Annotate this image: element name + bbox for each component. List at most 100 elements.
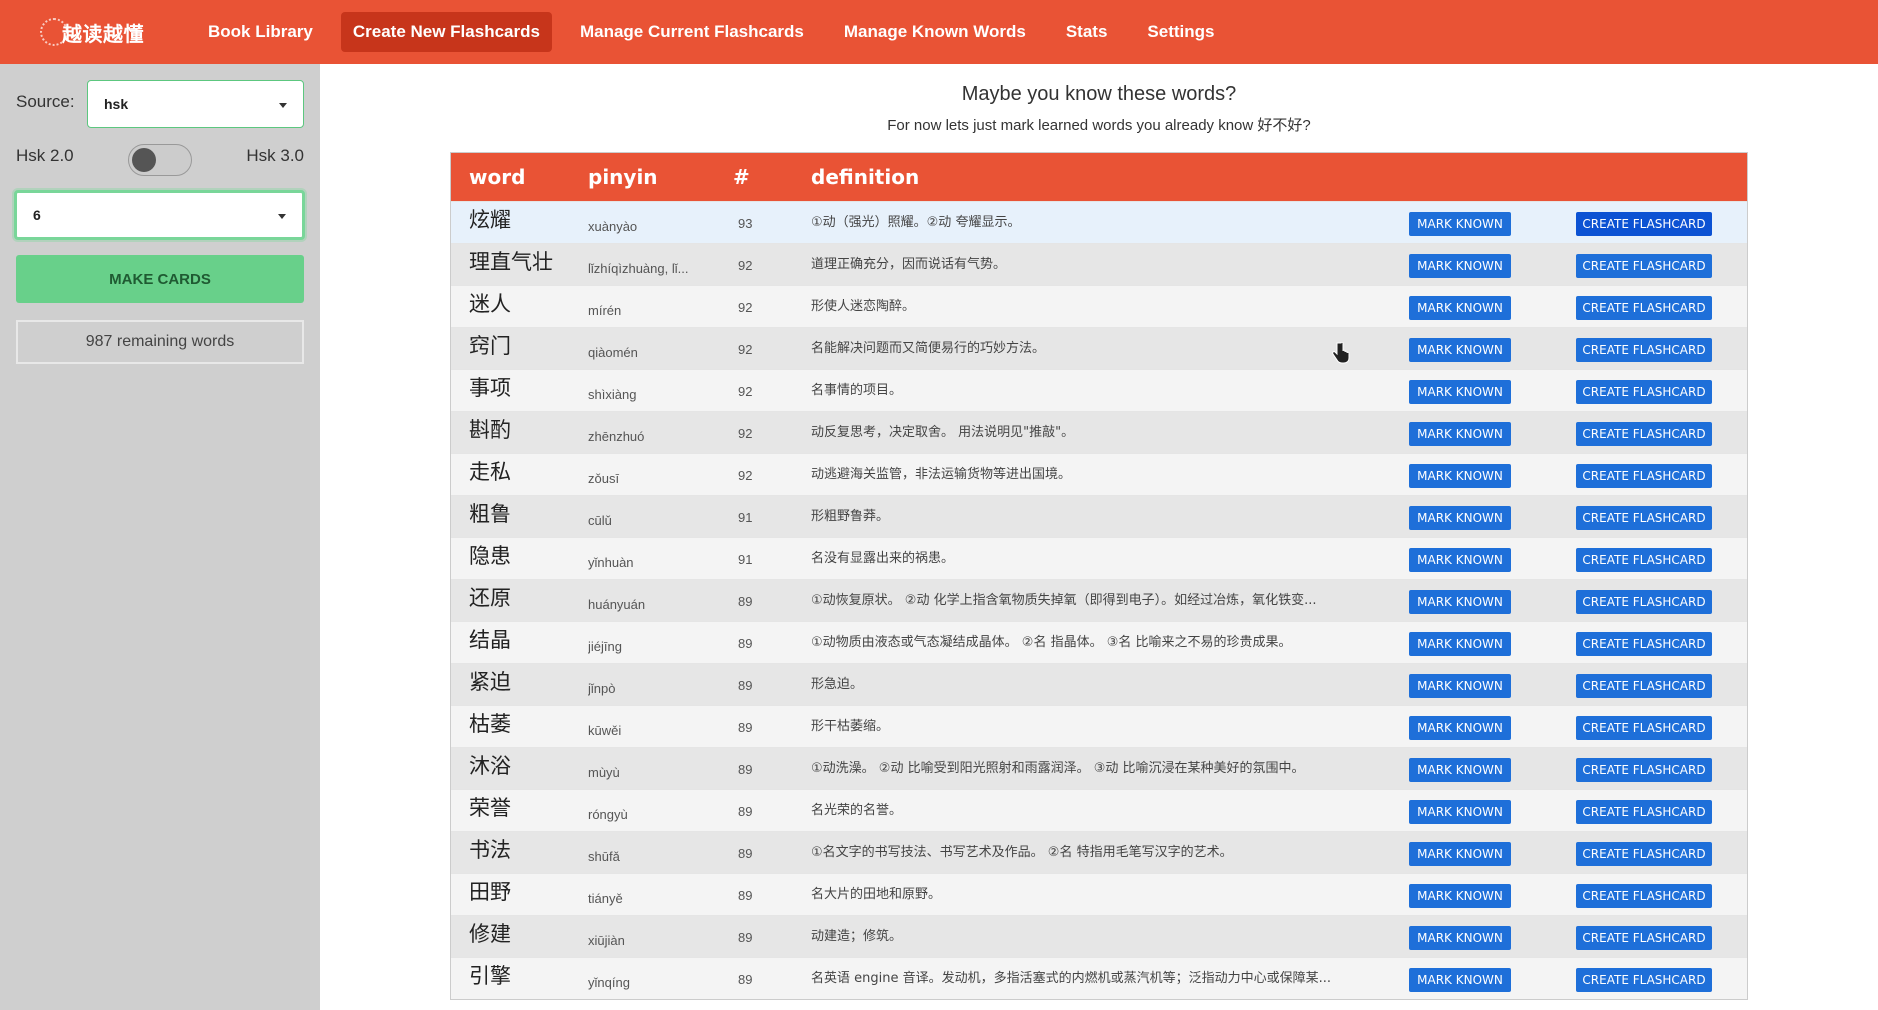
mark-known-button[interactable]: MARK KNOWN: [1409, 548, 1511, 572]
mark-known-button[interactable]: MARK KNOWN: [1409, 842, 1511, 866]
mark-known-button[interactable]: MARK KNOWN: [1409, 674, 1511, 698]
create-flashcard-button[interactable]: CREATE FLASHCARD: [1576, 464, 1712, 488]
definition-cell: 形急迫。: [811, 677, 864, 692]
count-cell: 92: [738, 425, 753, 441]
create-flashcard-button[interactable]: CREATE FLASHCARD: [1576, 884, 1712, 908]
table-row: 粗鲁 cūlǔ 91 形粗野鲁莽。 MARK KNOWN CREATE FLASHCARD: [451, 495, 1747, 537]
create-flashcard-button[interactable]: CREATE FLASHCARD: [1576, 758, 1712, 782]
remaining-words-count: 987 remaining words: [16, 320, 304, 364]
create-flashcard-button[interactable]: CREATE FLASHCARD: [1576, 506, 1712, 530]
nav-manage-known-words[interactable]: Manage Known Words: [832, 12, 1038, 52]
mark-known-button[interactable]: MARK KNOWN: [1409, 338, 1511, 362]
create-flashcard-button[interactable]: CREATE FLASHCARD: [1576, 716, 1712, 740]
hsk-3-label: Hsk 3.0: [246, 146, 304, 165]
create-flashcard-button[interactable]: CREATE FLASHCARD: [1576, 674, 1712, 698]
create-flashcard-button[interactable]: CREATE FLASHCARD: [1576, 800, 1712, 824]
count-cell: 91: [738, 551, 753, 567]
header-definition[interactable]: definition: [811, 165, 919, 189]
word-cell: 田野: [469, 880, 511, 904]
mark-known-button[interactable]: MARK KNOWN: [1409, 968, 1511, 992]
table-row: 书法 shūfǎ 89 ①名文字的书写技法、书写艺术及作品。 ②名 特指用毛笔写汉字的…: [451, 831, 1747, 873]
table-row: 窍门 qiàomén 92 名能解决问题而又简便易行的巧妙方法。 MARK KNOWN C…: [451, 327, 1747, 369]
definition-cell: 动建造；修筑。: [811, 929, 903, 944]
create-flashcard-button[interactable]: CREATE FLASHCARD: [1576, 380, 1712, 404]
hsk-version-toggle[interactable]: [128, 144, 192, 176]
create-flashcard-button[interactable]: CREATE FLASHCARD: [1576, 212, 1712, 236]
nav-create-new-flashcards[interactable]: Create New Flashcards: [340, 12, 552, 52]
word-cell: 隐患: [469, 544, 511, 568]
nav-settings[interactable]: Settings: [1135, 12, 1226, 52]
source-select-value: hsk: [104, 96, 129, 112]
definition-cell: 名能解决问题而又简便易行的巧妙方法。: [811, 341, 1046, 356]
create-flashcard-button[interactable]: CREATE FLASHCARD: [1576, 254, 1712, 278]
table-row: 还原 huányuán 89 ①动恢复原状。 ②动 化学上指含氧物质失掉氧（即得到电子…: [451, 579, 1747, 621]
mark-known-button[interactable]: MARK KNOWN: [1409, 590, 1511, 614]
table-row: 枯萎 kūwěi 89 形干枯萎缩。 MARK KNOWN CREATE FLASHCAR…: [451, 705, 1747, 747]
pinyin-cell: mírén: [588, 302, 622, 318]
create-flashcard-button[interactable]: CREATE FLASHCARD: [1576, 632, 1712, 656]
count-cell: 92: [738, 383, 753, 399]
create-flashcard-button[interactable]: CREATE FLASHCARD: [1576, 842, 1712, 866]
nav-book-library[interactable]: Book Library: [196, 12, 325, 52]
pinyin-cell: zǒusī: [588, 470, 620, 486]
mark-known-button[interactable]: MARK KNOWN: [1409, 254, 1511, 278]
count-cell: 89: [738, 971, 753, 987]
word-cell: 沐浴: [469, 754, 511, 778]
create-flashcard-button[interactable]: CREATE FLASHCARD: [1576, 422, 1712, 446]
mark-known-button[interactable]: MARK KNOWN: [1409, 758, 1511, 782]
mark-known-button[interactable]: MARK KNOWN: [1409, 506, 1511, 530]
nav-manage-current-flashcards[interactable]: Manage Current Flashcards: [568, 12, 816, 52]
create-flashcard-button[interactable]: CREATE FLASHCARD: [1576, 968, 1712, 992]
word-cell: 粗鲁: [469, 502, 511, 526]
word-table: word pinyin # definition 炫耀 xuànyào 93 ①动（强…: [450, 152, 1748, 1000]
table-row: 引擎 yǐnqíng 89 名英语 engine 音译。发动机，多指活塞式的内燃机或蒸…: [451, 957, 1747, 999]
count-cell: 89: [738, 677, 753, 693]
pinyin-cell: jiéjīng: [588, 638, 622, 654]
mark-known-button[interactable]: MARK KNOWN: [1409, 716, 1511, 740]
create-flashcard-button[interactable]: CREATE FLASHCARD: [1576, 590, 1712, 614]
pinyin-cell: yǐnqíng: [588, 974, 630, 990]
pinyin-cell: qiàomén: [588, 344, 638, 360]
mark-known-button[interactable]: MARK KNOWN: [1409, 212, 1511, 236]
mark-known-button[interactable]: MARK KNOWN: [1409, 926, 1511, 950]
mouse-pointer-icon: [1332, 342, 1350, 364]
header-word[interactable]: word: [469, 165, 525, 189]
mark-known-button[interactable]: MARK KNOWN: [1409, 464, 1511, 488]
mark-known-button[interactable]: MARK KNOWN: [1409, 296, 1511, 320]
count-cell: 93: [738, 215, 753, 231]
word-cell: 迷人: [469, 292, 511, 316]
word-cell: 结晶: [469, 628, 511, 652]
main-content: Maybe you know these words? For now lets…: [320, 64, 1878, 1010]
count-cell: 89: [738, 929, 753, 945]
mark-known-button[interactable]: MARK KNOWN: [1409, 380, 1511, 404]
create-flashcard-button[interactable]: CREATE FLASHCARD: [1576, 296, 1712, 320]
mark-known-button[interactable]: MARK KNOWN: [1409, 884, 1511, 908]
mark-known-button[interactable]: MARK KNOWN: [1409, 800, 1511, 824]
definition-cell: 名事情的项目。: [811, 383, 903, 398]
app-logo[interactable]: 越读越懂: [40, 12, 170, 52]
word-cell: 枯萎: [469, 712, 511, 736]
create-flashcard-button[interactable]: CREATE FLASHCARD: [1576, 548, 1712, 572]
mark-known-button[interactable]: MARK KNOWN: [1409, 632, 1511, 656]
make-cards-button[interactable]: MAKE CARDS: [16, 255, 304, 303]
pinyin-cell: tiányě: [588, 890, 623, 906]
header-count[interactable]: #: [733, 165, 750, 189]
create-flashcard-button[interactable]: CREATE FLASHCARD: [1576, 926, 1712, 950]
count-cell: 89: [738, 803, 753, 819]
definition-cell: 形使人迷恋陶醉。: [811, 299, 916, 314]
word-cell: 荣誉: [469, 796, 511, 820]
source-label: Source:: [16, 92, 75, 111]
header-pinyin[interactable]: pinyin: [588, 165, 658, 189]
mark-known-button[interactable]: MARK KNOWN: [1409, 422, 1511, 446]
page-subtitle: For now lets just mark learned words you…: [887, 117, 1311, 134]
definition-cell: 形粗野鲁莽。: [811, 509, 890, 524]
create-flashcard-button[interactable]: CREATE FLASHCARD: [1576, 338, 1712, 362]
word-cell: 还原: [469, 586, 511, 610]
source-select[interactable]: hsk: [87, 80, 304, 128]
nav-stats[interactable]: Stats: [1054, 12, 1120, 52]
word-cell: 紧迫: [469, 670, 511, 694]
hsk-2-label: Hsk 2.0: [16, 146, 74, 165]
level-select[interactable]: 6: [14, 190, 305, 240]
pinyin-cell: shìxiàng: [588, 386, 637, 402]
pinyin-cell: kūwěi: [588, 722, 622, 738]
